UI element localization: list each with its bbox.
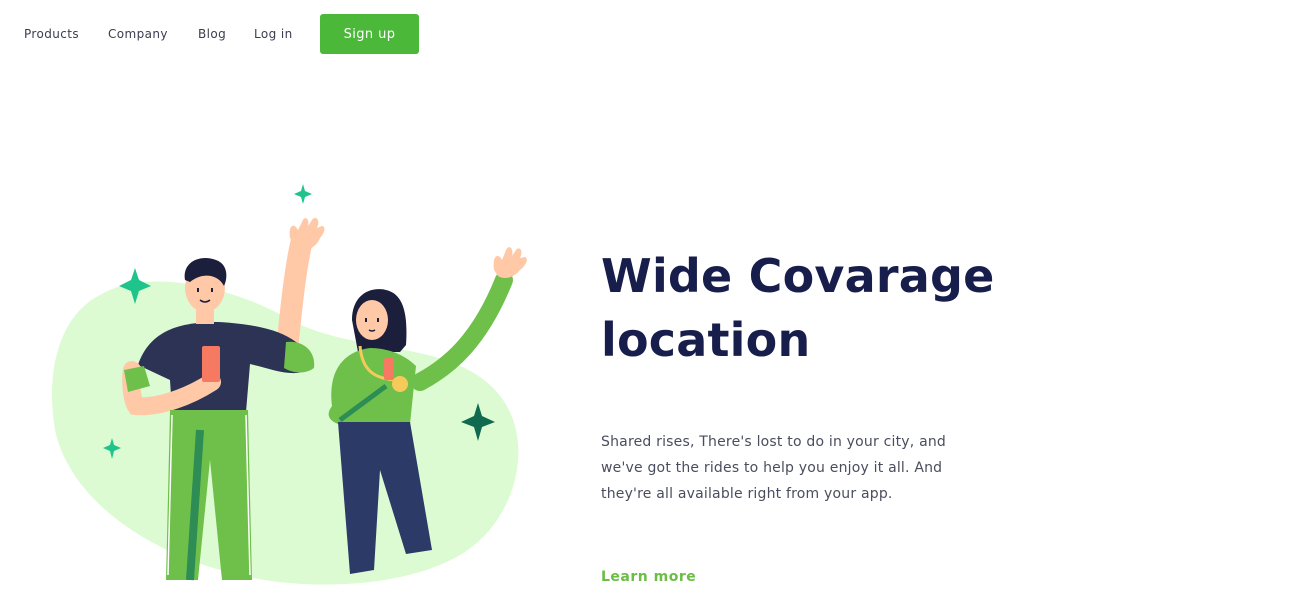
nav-link-login[interactable]: Log in <box>254 27 293 41</box>
nav-link-products[interactable]: Products <box>24 27 79 41</box>
people-waving-illustration <box>52 184 527 585</box>
nav-link-blog[interactable]: Blog <box>198 27 226 41</box>
hero-title: Wide Covarage location <box>601 244 1121 372</box>
sparkle-icon <box>294 184 312 204</box>
signup-button[interactable]: Sign up <box>320 14 419 54</box>
nav-link-company[interactable]: Company <box>108 27 168 41</box>
hero-illustration <box>40 170 540 600</box>
top-navigation: Products Company Blog Log in Sign up <box>0 0 1310 68</box>
hero-title-line2: location <box>601 313 811 367</box>
hero-description: Shared rises, There's lost to do in your… <box>601 434 947 502</box>
hero-title-line1: Wide Covarage <box>601 249 995 303</box>
learn-more-link[interactable]: Learn more <box>601 569 696 585</box>
